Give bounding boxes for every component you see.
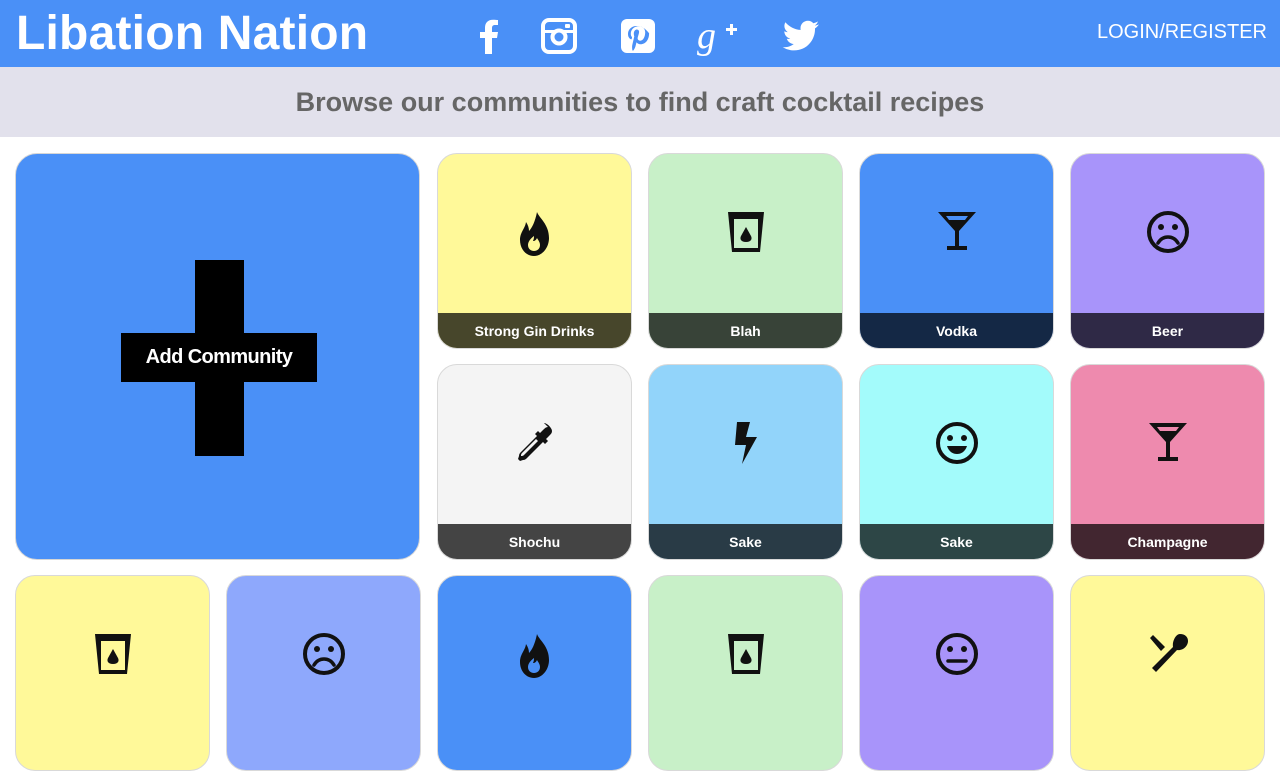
svg-text:g: g xyxy=(697,16,716,56)
community-label: Sake xyxy=(649,524,842,559)
plus-icon-bar: Add Community xyxy=(121,333,317,382)
community-label: Strong Gin Drinks xyxy=(438,313,631,348)
pinterest-icon[interactable] xyxy=(616,14,660,58)
sad-face-icon xyxy=(1071,210,1264,290)
community-label: Sake xyxy=(860,524,1053,559)
community-label: Blah xyxy=(649,313,842,348)
community-card[interactable] xyxy=(226,575,421,771)
community-label: Shochu xyxy=(438,524,631,559)
community-card[interactable] xyxy=(437,575,632,771)
site-logo[interactable]: Libation Nation xyxy=(16,6,368,62)
eyedropper-icon xyxy=(438,421,631,501)
browse-banner: Browse our communities to find craft coc… xyxy=(0,67,1280,137)
neutral-face-icon xyxy=(860,632,1053,712)
facebook-icon[interactable] xyxy=(467,14,511,58)
community-card[interactable]: Beer xyxy=(1070,153,1265,349)
add-community-label: Add Community xyxy=(145,346,293,368)
twitter-icon[interactable] xyxy=(779,14,823,58)
glass-icon xyxy=(16,632,209,712)
community-card[interactable]: Blah xyxy=(648,153,843,349)
flame-icon xyxy=(438,210,631,290)
community-card[interactable] xyxy=(648,575,843,771)
community-card[interactable] xyxy=(1070,575,1265,771)
glass-icon xyxy=(649,632,842,712)
community-card[interactable]: Champagne xyxy=(1070,364,1265,560)
community-card[interactable]: Sake xyxy=(859,364,1054,560)
browse-banner-text: Browse our communities to find craft coc… xyxy=(295,86,985,117)
bolt-icon xyxy=(649,421,842,501)
martini-icon xyxy=(1071,421,1264,501)
community-card[interactable]: Sake xyxy=(648,364,843,560)
glass-icon xyxy=(649,210,842,290)
community-card[interactable]: Shochu xyxy=(437,364,632,560)
community-card[interactable] xyxy=(15,575,210,771)
martini-icon xyxy=(860,210,1053,290)
community-card[interactable]: Vodka xyxy=(859,153,1054,349)
google-plus-icon[interactable]: g xyxy=(697,14,741,58)
login-register-link[interactable]: LOGIN/REGISTER xyxy=(1097,20,1267,44)
smiley-icon xyxy=(860,421,1053,501)
top-header: Libation Nation g LOGIN/REGISTER xyxy=(0,0,1280,67)
sad-face-icon xyxy=(227,632,420,712)
community-label: Champagne xyxy=(1071,524,1264,559)
community-label: Vodka xyxy=(860,313,1053,348)
community-card[interactable] xyxy=(859,575,1054,771)
utensils-icon xyxy=(1071,632,1264,712)
flame-icon xyxy=(438,632,631,712)
community-card[interactable]: Strong Gin Drinks xyxy=(437,153,632,349)
add-community-card[interactable]: Add Community xyxy=(15,153,420,560)
instagram-icon[interactable] xyxy=(537,14,581,58)
community-label: Beer xyxy=(1071,313,1264,348)
